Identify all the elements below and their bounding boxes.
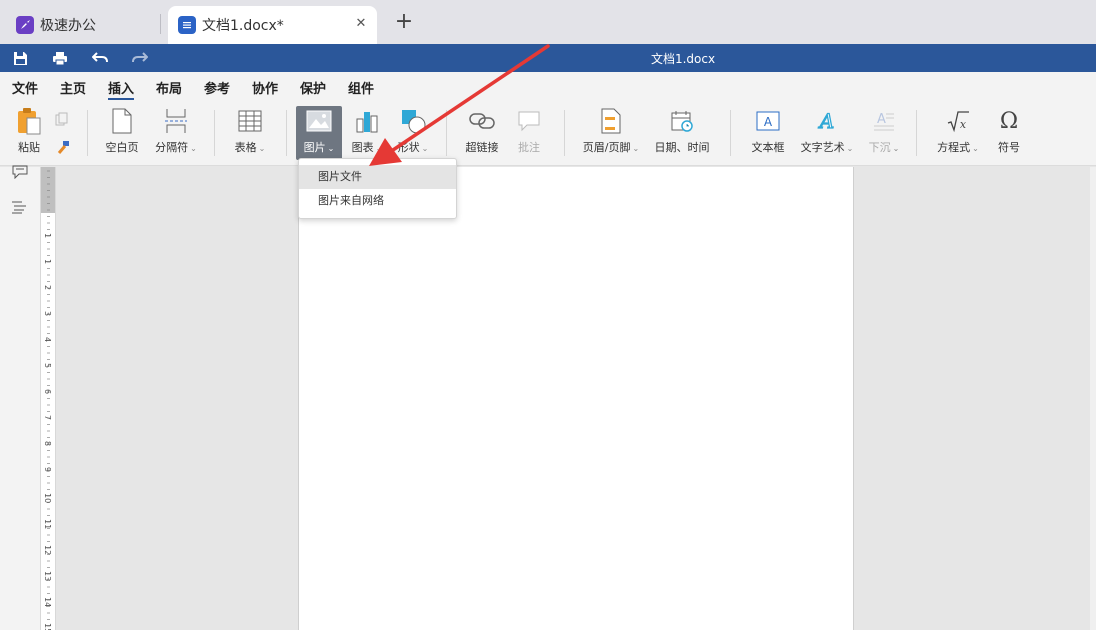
tab-home[interactable]: 极速办公	[6, 6, 158, 44]
comments-icon[interactable]	[11, 165, 29, 183]
ruler-number: 13	[43, 571, 52, 582]
ribbon-toolbar: 粘贴 空白页 分隔符 ⌄ 表格 ⌄ 图片 ⌄ 图表 ⌄ 形状 ⌄ 超链接 批注 …	[0, 102, 1096, 166]
tab-plugins[interactable]: 组件	[348, 78, 374, 100]
tab-references[interactable]: 参考	[204, 78, 230, 100]
svg-text:A: A	[818, 109, 834, 133]
tab-protect[interactable]: 保护	[300, 78, 326, 100]
ruler-number: 1	[43, 259, 52, 265]
ruler-number: 12	[43, 545, 52, 556]
tab-document[interactable]: 文档1.docx* ✕	[168, 6, 377, 44]
tab-label: 极速办公	[40, 18, 96, 34]
equation-icon: x	[943, 106, 973, 136]
ruler-number: 11	[43, 519, 52, 530]
ribbon-menu-tabs: 文件 主页 插入 布局 参考 协作 保护 组件	[0, 72, 1096, 102]
date-time-button[interactable]: 日期、时间	[652, 106, 712, 160]
symbol-button[interactable]: Ω 符号	[994, 106, 1024, 160]
chart-button[interactable]: 图表 ⌄	[346, 106, 388, 160]
copy-icon[interactable]	[55, 112, 69, 129]
menu-item-image-file[interactable]: 图片文件	[299, 165, 456, 189]
ruler-number: 5	[43, 363, 52, 369]
link-icon	[467, 106, 497, 136]
ruler-number: 1	[43, 233, 52, 239]
svg-text:x: x	[960, 118, 967, 131]
tab-label: 文档1.docx*	[202, 18, 284, 34]
drop-cap-button[interactable]: A 下沉 ⌄	[864, 106, 904, 160]
word-art-icon: A	[812, 106, 842, 136]
chart-icon	[352, 106, 382, 136]
tab-home[interactable]: 主页	[60, 78, 86, 100]
shape-button[interactable]: 形状 ⌄	[392, 106, 434, 160]
ruler-number: 8	[43, 441, 52, 447]
page-break-icon	[161, 106, 191, 136]
omega-icon: Ω	[999, 108, 1019, 134]
text-box-button[interactable]: A 文本框	[748, 106, 788, 160]
comment-icon	[514, 106, 544, 136]
menu-item-image-from-web[interactable]: 图片来自网络	[299, 189, 456, 213]
ruler-number: 3	[43, 311, 52, 317]
tab-file[interactable]: 文件	[12, 78, 38, 100]
page-break-button[interactable]: 分隔符 ⌄	[152, 106, 200, 160]
left-side-panel	[0, 165, 40, 630]
calendar-icon	[667, 106, 697, 136]
ruler-number: 9	[43, 467, 52, 473]
rocket-icon	[16, 16, 34, 34]
image-dropdown-menu: 图片文件 图片来自网络	[298, 158, 457, 219]
vertical-scrollbar[interactable]	[1090, 167, 1096, 630]
ruler-number: 2	[43, 285, 52, 291]
ruler-number: 15	[43, 623, 52, 630]
word-art-button[interactable]: A 文字艺术 ⌄	[798, 106, 856, 160]
blank-page-button[interactable]: 空白页	[100, 106, 144, 160]
document-icon	[178, 16, 196, 34]
ruler-number: 4	[43, 337, 52, 343]
close-icon[interactable]: ✕	[353, 15, 369, 31]
ruler-number: 10	[43, 493, 52, 504]
new-tab-button[interactable]: +	[393, 11, 415, 34]
browser-tab-bar: 极速办公 文档1.docx* ✕ +	[0, 0, 1096, 44]
image-button[interactable]: 图片 ⌄	[296, 106, 342, 160]
paste-button[interactable]: 粘贴	[10, 106, 48, 160]
vertical-ruler[interactable]: 1 1 2 3 4 5 6 7 8 9 10 11 12 13 14 15	[40, 167, 56, 630]
svg-text:A: A	[877, 112, 886, 127]
hyperlink-button[interactable]: 超链接	[460, 106, 504, 160]
document-page[interactable]	[298, 167, 854, 630]
tab-layout[interactable]: 布局	[156, 78, 182, 100]
title-bar: 文档1.docx	[0, 44, 1096, 72]
comment-button[interactable]: 批注	[512, 106, 546, 160]
format-painter-icon[interactable]	[55, 140, 71, 159]
document-title: 文档1.docx	[650, 52, 716, 66]
paste-icon	[14, 106, 44, 136]
tab-divider	[160, 14, 161, 34]
table-icon	[235, 106, 265, 136]
navigation-icon[interactable]	[11, 200, 29, 218]
equation-button[interactable]: x 方程式 ⌄	[934, 106, 982, 160]
drop-cap-icon: A	[869, 106, 899, 136]
ruler-number: 6	[43, 389, 52, 395]
ruler-number: 7	[43, 415, 52, 421]
tab-insert[interactable]: 插入	[108, 78, 135, 100]
header-footer-button[interactable]: 页眉/页脚 ⌄	[580, 106, 642, 160]
image-icon	[304, 106, 334, 136]
table-button[interactable]: 表格 ⌄	[230, 106, 270, 160]
ruler-number: 14	[43, 597, 52, 608]
text-box-icon: A	[753, 106, 783, 136]
svg-text:A: A	[764, 115, 773, 129]
header-footer-icon	[596, 106, 626, 136]
shape-icon	[398, 106, 428, 136]
tab-collaborate[interactable]: 协作	[252, 78, 278, 100]
blank-page-icon	[107, 106, 137, 136]
